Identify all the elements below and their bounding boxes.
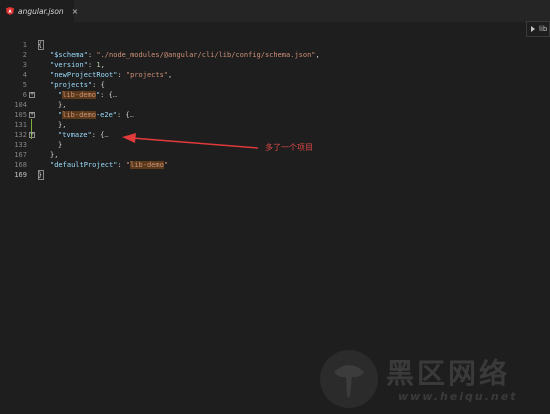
code-text: }, (50, 151, 59, 159)
code-line: 131 }, (0, 120, 550, 130)
fold-expand-icon[interactable]: + (29, 132, 35, 138)
tab-bar: angular.json × (0, 0, 550, 22)
line-number: 105 (14, 111, 27, 119)
line-number: 133 (14, 141, 27, 149)
tab-angular-json[interactable]: angular.json × (0, 0, 78, 22)
line-number: 1 (22, 41, 27, 49)
json-string-highlight: lib-demo (130, 161, 164, 169)
line-number: 6 (22, 91, 27, 99)
folded-ellipsis[interactable]: … (130, 111, 134, 119)
annotation-label: 多了一个项目 (265, 143, 313, 152)
code-line: 3 "version": 1, (0, 60, 550, 70)
code-line: 132 + "tvmaze": {… (0, 130, 550, 140)
json-key: "projects" (50, 81, 93, 89)
line-number: 131 (14, 121, 27, 129)
json-key: "defaultProject" (50, 161, 118, 169)
line-number: 104 (14, 101, 27, 109)
json-key-highlight: lib-demo (62, 111, 96, 119)
close-icon[interactable]: × (72, 7, 79, 16)
line-number: 3 (22, 61, 27, 69)
line-number: 132 (14, 131, 27, 139)
line-number: 168 (14, 161, 27, 169)
watermark: 黑区网络 www.heiqu.net (318, 348, 550, 414)
code-text: }, (58, 121, 67, 129)
line-number: 167 (14, 151, 27, 159)
angular-icon (6, 7, 14, 15)
code-text: } (58, 141, 63, 149)
json-string: "./node_modules/@angular/cli/lib/config/… (96, 51, 316, 59)
code-line: 6 + "lib-demo": {… (0, 90, 550, 100)
line-number: 4 (22, 71, 27, 79)
json-string: "projects" (125, 71, 169, 79)
watermark-url: www.heiqu.net (398, 390, 518, 403)
fold-expand-icon[interactable]: + (29, 92, 35, 98)
code-line: 1 { (0, 40, 550, 50)
fold-expand-icon[interactable]: + (29, 112, 35, 118)
code-line: 168 "defaultProject": "lib-demo" (0, 160, 550, 170)
json-key: "newProjectRoot" (50, 71, 118, 79)
line-number: 169 (14, 171, 27, 179)
json-key: "version" (50, 61, 88, 69)
code-text: }, (58, 101, 67, 109)
json-key: "tvmaze" (58, 131, 92, 139)
line-number: 2 (22, 51, 27, 59)
folded-ellipsis[interactable]: … (104, 131, 108, 139)
code-line: 104 }, (0, 100, 550, 110)
code-line: 5 "projects": { (0, 80, 550, 90)
line-number: 5 (22, 81, 27, 89)
watermark-title: 黑区网络 (386, 357, 511, 390)
folded-ellipsis[interactable]: … (113, 91, 117, 99)
code-text: { (38, 41, 43, 49)
tab-label: angular.json (18, 6, 64, 16)
code-line-current: 169 } (0, 170, 550, 180)
watermark-logo-icon (320, 350, 378, 408)
code-line: 4 "newProjectRoot": "projects", (0, 70, 550, 80)
code-text: } (38, 171, 43, 179)
json-key-highlight: lib-demo (62, 91, 96, 99)
json-key: "$schema" (50, 51, 88, 59)
code-line: 2 "$schema": "./node_modules/@angular/cl… (0, 50, 550, 60)
code-line: 105 + "lib-demo-e2e": {… (0, 110, 550, 120)
